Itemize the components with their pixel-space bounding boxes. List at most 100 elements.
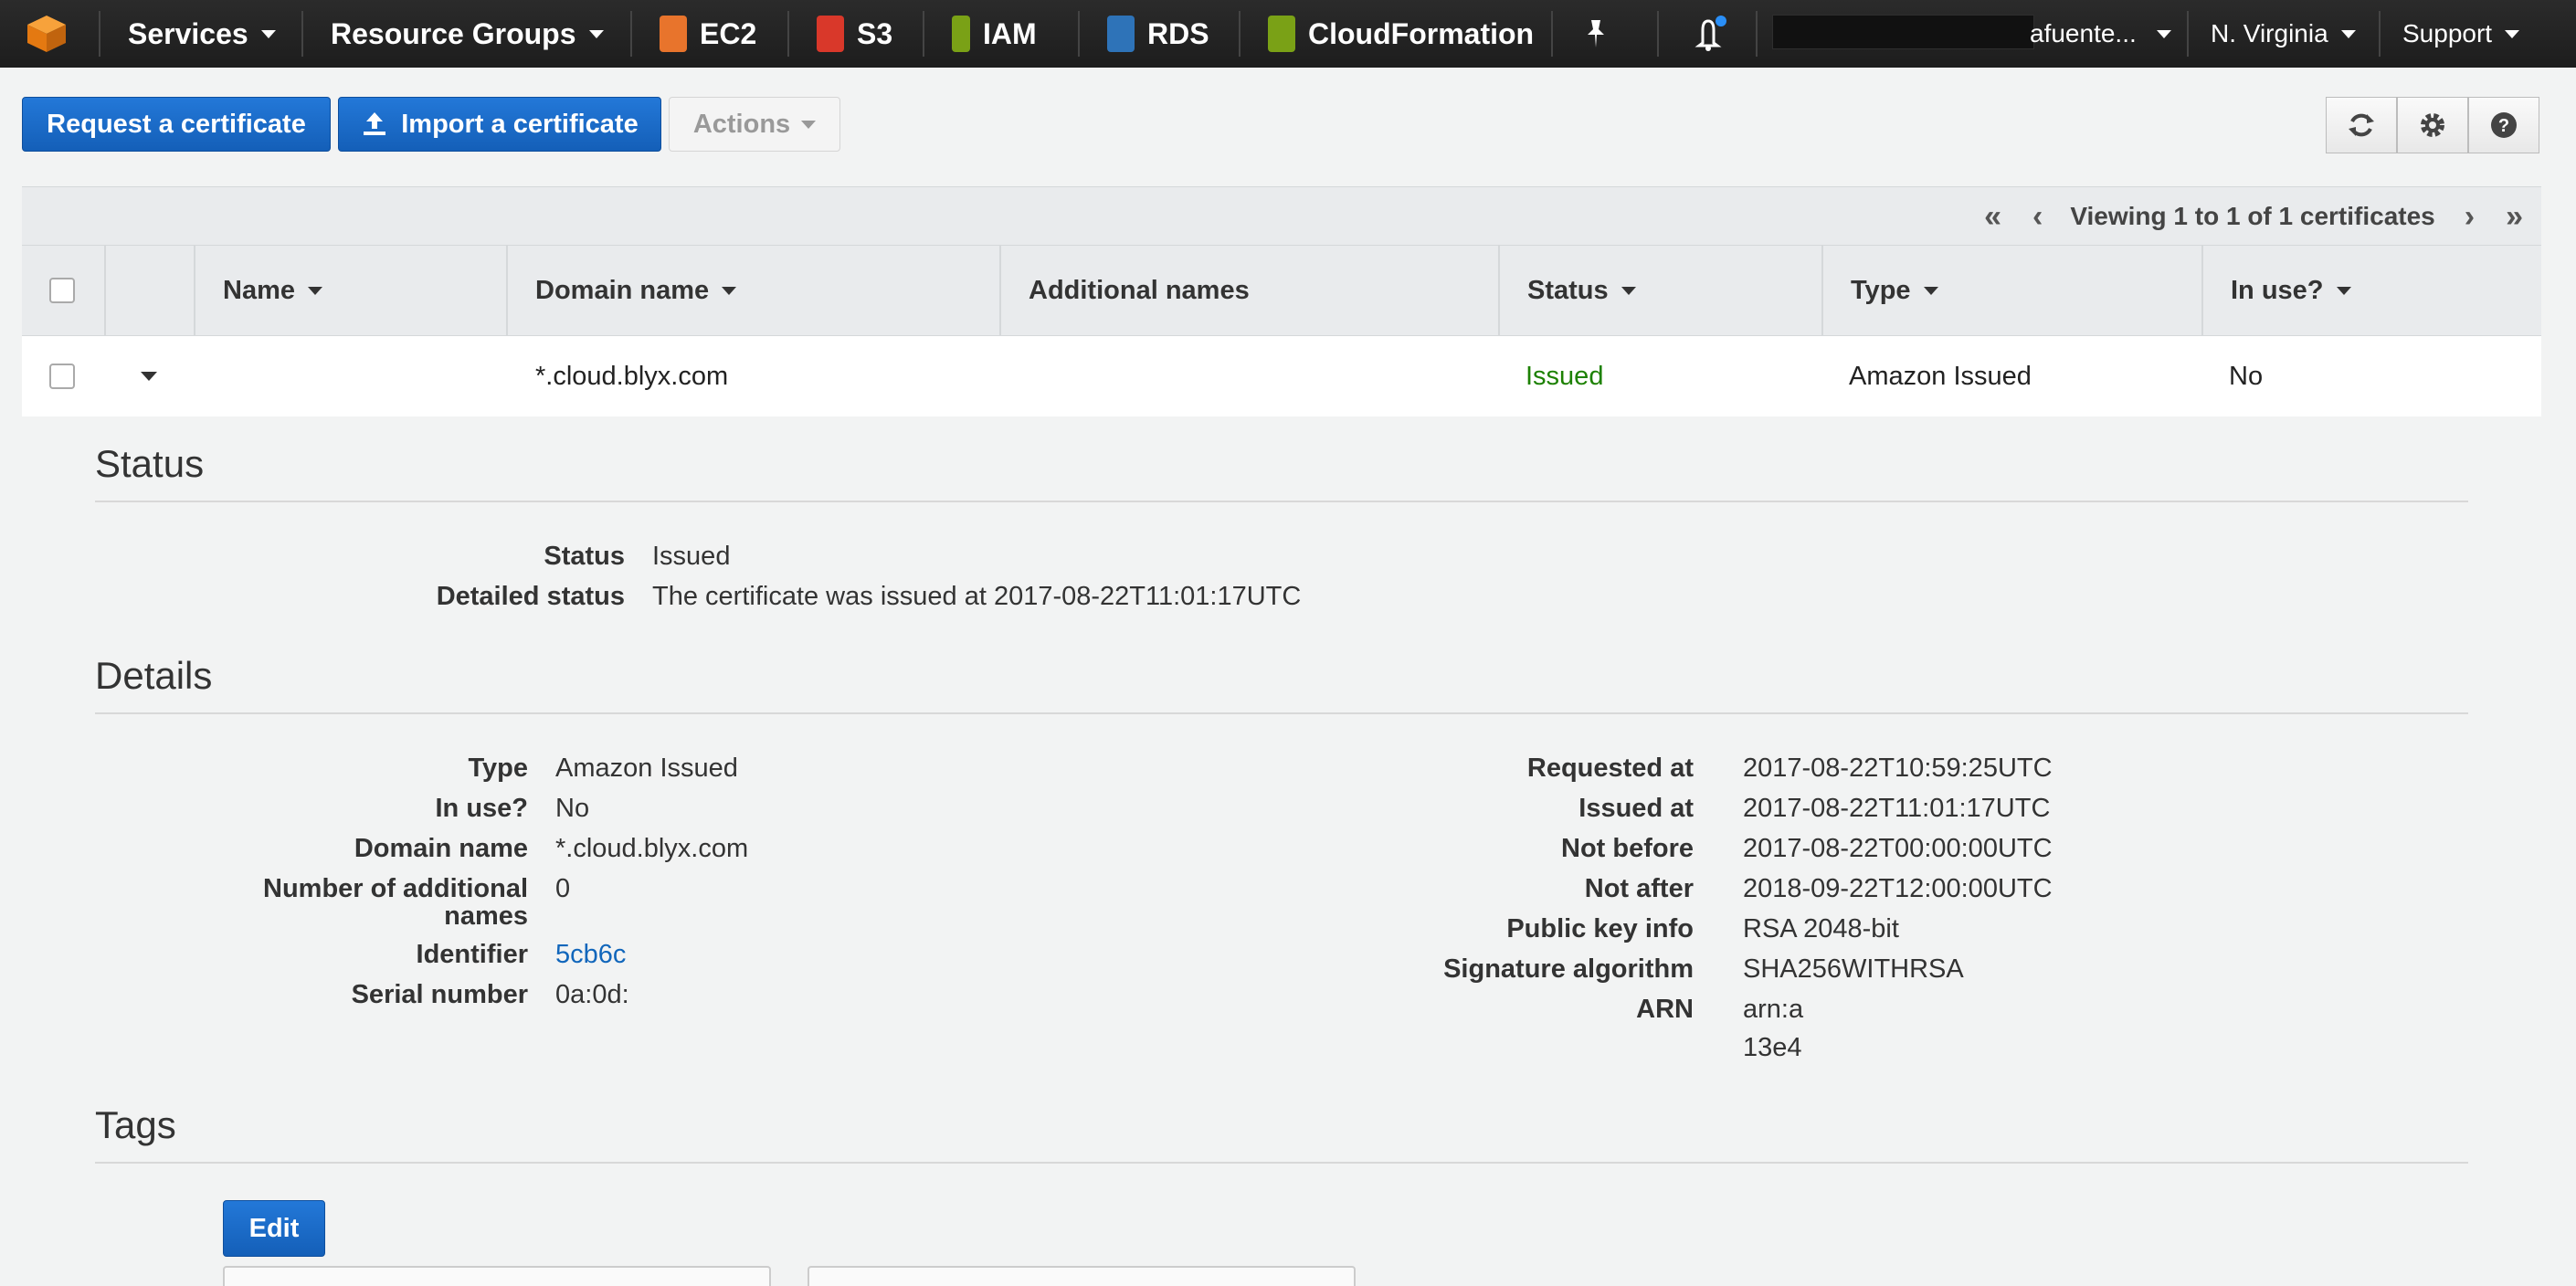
user-menu[interactable]: afuente... xyxy=(2030,0,2171,68)
identifier-link[interactable]: 5cb6c xyxy=(555,941,626,968)
additional-names-count-value: 0 xyxy=(555,874,571,903)
select-all-checkbox[interactable] xyxy=(49,278,75,303)
top-nav-bar: Services Resource Groups EC2 S3 IAM RDS … xyxy=(0,0,2576,68)
column-header-status[interactable]: Status xyxy=(1500,246,1823,335)
pin-shortcut-button[interactable] xyxy=(1582,0,1610,68)
column-header-additional-names[interactable]: Additional names xyxy=(1001,246,1500,335)
rds-icon xyxy=(1107,16,1135,52)
upload-icon xyxy=(364,112,386,135)
settings-button[interactable] xyxy=(2397,97,2468,153)
support-menu[interactable]: Support xyxy=(2402,0,2520,68)
cell-status: Issued xyxy=(1526,361,1604,391)
chevron-down-icon xyxy=(588,29,604,38)
aws-logo[interactable] xyxy=(26,0,68,68)
shortcut-s3[interactable]: S3 xyxy=(817,0,892,68)
gear-icon xyxy=(2421,113,2444,137)
table-row[interactable]: *.cloud.blyx.com Issued Amazon Issued No xyxy=(22,336,2541,417)
help-button[interactable]: ? xyxy=(2468,97,2539,153)
help-icon: ? xyxy=(2491,112,2517,138)
refresh-icon xyxy=(2349,113,2374,137)
not-before-value: 2017-08-22T00:00:00UTC xyxy=(1743,834,2053,863)
chevron-down-icon xyxy=(2156,29,2171,38)
request-certificate-button[interactable]: Request a certificate xyxy=(22,97,331,152)
arn-value: arn:a xyxy=(1743,995,1804,1024)
tag-key-field xyxy=(223,1266,771,1286)
tag-value-field xyxy=(808,1266,1356,1286)
table-header: Name Domain name Additional names Status… xyxy=(22,245,2541,336)
type-value: Amazon Issued xyxy=(555,754,738,783)
sort-icon xyxy=(722,286,737,295)
divider xyxy=(95,1162,2468,1164)
chevron-down-icon xyxy=(2340,29,2356,38)
prev-page-icon[interactable]: ‹ xyxy=(2032,199,2043,235)
serial-number-label: Serial number xyxy=(351,980,528,1009)
row-checkbox[interactable] xyxy=(49,364,75,389)
caret-down-icon xyxy=(141,372,157,381)
details-section-title: Details xyxy=(95,654,213,697)
detailed-status-label: Detailed status xyxy=(436,582,625,611)
table-pager: « ‹ Viewing 1 to 1 of 1 certificates › » xyxy=(22,186,2541,246)
certificate-detail-panel: Status Status Issued Detailed status The… xyxy=(22,416,2541,1286)
additional-names-count-label: Number of additional names xyxy=(263,874,528,931)
sort-icon xyxy=(1621,286,1636,295)
import-certificate-button[interactable]: Import a certificate xyxy=(338,97,661,152)
public-key-info-value: RSA 2048-bit xyxy=(1743,914,1899,943)
not-before-label: Not before xyxy=(1561,834,1694,863)
row-expand-toggle[interactable] xyxy=(141,336,157,416)
status-section-title: Status xyxy=(95,442,205,485)
shortcut-cloudformation[interactable]: CloudFormation xyxy=(1268,0,1534,68)
first-page-icon[interactable]: « xyxy=(1984,199,2001,235)
shortcut-rds[interactable]: RDS xyxy=(1107,0,1209,68)
sort-icon xyxy=(2336,286,2351,295)
cell-in-use: No xyxy=(2229,361,2264,391)
ec2-icon xyxy=(660,16,687,52)
resource-groups-menu[interactable]: Resource Groups xyxy=(331,0,604,68)
identifier-label: Identifier xyxy=(416,940,528,969)
refresh-button[interactable] xyxy=(2326,97,2397,153)
services-menu[interactable]: Services xyxy=(128,0,276,68)
tags-section-title: Tags xyxy=(95,1103,176,1146)
chevron-down-icon xyxy=(260,29,276,38)
requested-at-label: Requested at xyxy=(1526,754,1694,783)
domain-name-value: *.cloud.blyx.com xyxy=(555,834,749,863)
notifications-button[interactable] xyxy=(1688,0,1728,68)
next-page-icon[interactable]: › xyxy=(2465,199,2475,235)
column-header-type[interactable]: Type xyxy=(1823,246,2203,335)
divider xyxy=(95,501,2468,502)
aws-cube-icon xyxy=(27,16,66,52)
select-all-cell xyxy=(22,246,106,335)
in-use-value: No xyxy=(555,794,590,823)
shortcut-ec2[interactable]: EC2 xyxy=(660,0,756,68)
expand-column xyxy=(106,246,195,335)
column-header-name[interactable]: Name xyxy=(195,246,508,335)
s3-icon xyxy=(817,16,844,52)
sort-icon xyxy=(308,286,322,295)
detailed-status-value: The certificate was issued at 2017-08-22… xyxy=(652,582,1302,611)
status-value: Issued xyxy=(652,542,731,571)
actions-dropdown[interactable]: Actions xyxy=(669,97,840,152)
not-after-value: 2018-09-22T12:00:00UTC xyxy=(1743,874,2053,903)
pin-icon xyxy=(1588,20,1604,47)
cell-type: Amazon Issued xyxy=(1849,361,2032,391)
signature-algorithm-value: SHA256WITHRSA xyxy=(1743,954,1964,984)
public-key-info-label: Public key info xyxy=(1506,914,1694,943)
sort-icon xyxy=(1923,286,1938,295)
region-menu[interactable]: N. Virginia xyxy=(2211,0,2356,68)
column-header-domain[interactable]: Domain name xyxy=(508,246,1001,335)
chevron-down-icon xyxy=(2505,29,2520,38)
iam-key-icon xyxy=(952,16,970,52)
last-page-icon[interactable]: » xyxy=(2506,199,2523,235)
status-label: Status xyxy=(544,542,625,571)
serial-number-value: 0a:0d: xyxy=(555,980,629,1009)
arn-label: ARN xyxy=(1636,995,1694,1024)
shortcut-iam[interactable]: IAM xyxy=(952,0,1037,68)
cell-domain: *.cloud.blyx.com xyxy=(535,361,729,391)
domain-name-label: Domain name xyxy=(354,834,528,863)
not-after-label: Not after xyxy=(1584,874,1694,903)
column-header-in-use[interactable]: In use? xyxy=(2203,246,2541,335)
arn-value-continued: 13e4 xyxy=(1743,1033,1802,1062)
in-use-label: In use? xyxy=(435,794,528,823)
edit-tags-button[interactable]: Edit xyxy=(223,1200,325,1257)
issued-at-value: 2017-08-22T11:01:17UTC xyxy=(1743,794,2051,823)
type-label: Type xyxy=(468,754,528,783)
